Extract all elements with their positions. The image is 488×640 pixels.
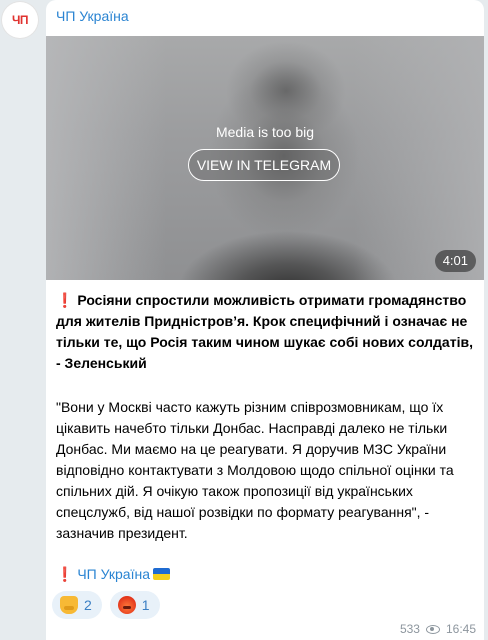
headline-text: Росіяни спростили можливість отримати гр…: [56, 292, 473, 371]
exclamation-icon: ❗: [56, 566, 74, 582]
reactions-bar: 2 1: [52, 591, 160, 619]
message-meta: 533 16:45: [400, 622, 476, 636]
video-preview[interactable]: Media is too big VIEW IN TELEGRAM 4:01: [46, 36, 484, 280]
message-time: 16:45: [445, 622, 476, 636]
view-count: 533: [399, 622, 420, 636]
ukraine-flag-icon: [152, 568, 170, 580]
channel-name-link[interactable]: ЧП Україна: [56, 8, 129, 24]
eye-icon: [425, 624, 440, 634]
thumbs-down-icon: [60, 596, 78, 614]
reaction-count: 1: [141, 597, 150, 613]
video-duration-badge: 4:01: [434, 250, 476, 272]
media-blur-overlay: [46, 36, 166, 280]
reaction-thumbs-down[interactable]: 2: [52, 591, 102, 619]
post-signature: ❗ ЧП Україна: [56, 564, 476, 585]
view-in-telegram-button[interactable]: VIEW IN TELEGRAM: [188, 149, 340, 181]
reaction-angry-face[interactable]: 1: [109, 591, 160, 619]
exclamation-icon: ❗: [56, 292, 74, 308]
angry-face-icon: [117, 596, 136, 614]
post-quote: "Вони у Москві часто кажуть різним співр…: [56, 399, 454, 541]
message-bubble: ЧП Україна Media is too big VIEW IN TELE…: [46, 0, 484, 640]
reaction-count: 2: [84, 597, 92, 613]
post-headline: ❗ Росіяни спростили можливість отримати …: [56, 290, 476, 374]
media-too-big-text: Media is too big: [215, 124, 315, 140]
media-blur-overlay: [354, 36, 484, 280]
channel-avatar[interactable]: ЧП: [2, 2, 38, 38]
channel-signature-link[interactable]: ЧП Україна: [77, 566, 150, 582]
